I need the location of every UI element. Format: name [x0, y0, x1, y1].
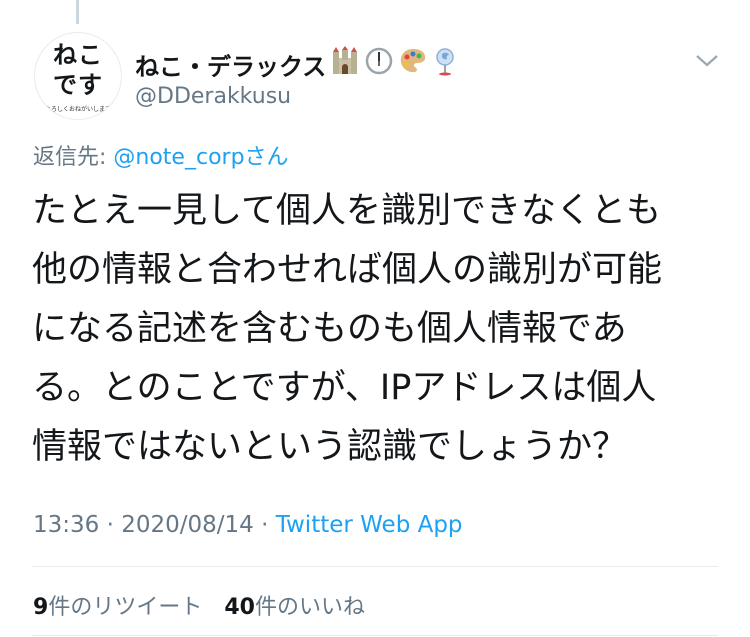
likes-count: 40	[224, 595, 255, 620]
tweet-time[interactable]: 13:36	[33, 512, 99, 538]
reply-context: 返信先: @note_corpさん	[33, 139, 289, 171]
divider	[32, 635, 718, 636]
retweets-label: 件のリツイート	[48, 595, 203, 620]
tweet-line: になる記述を含むものも個人情報であ	[32, 309, 627, 349]
tweet-line: 他の情報と合わせれば個人の識別が可能	[32, 250, 663, 290]
thread-connector-line	[76, 0, 79, 24]
reply-suffix: さん	[244, 145, 289, 170]
palette-icon	[398, 46, 428, 82]
avatar-text-line2: です	[53, 71, 103, 99]
avatar[interactable]: ねこ です よろしくおねがいします	[34, 32, 122, 120]
tweet-line: たとえ一見して個人を識別できなくとも	[32, 191, 661, 231]
divider	[32, 566, 718, 567]
tweet-date[interactable]: 2020/08/14	[121, 512, 254, 538]
likes-label: 件のいいね	[254, 595, 365, 620]
retweets-stat[interactable]: 9件のリツイート	[33, 595, 202, 620]
chevron-down-icon[interactable]	[694, 50, 720, 70]
display-name-text: ねこ・デラックス	[135, 52, 327, 81]
map-pin-icon	[432, 46, 462, 82]
tweet-stats: 9件のリツイート 40件のいいね	[33, 589, 365, 621]
castle-icon	[330, 46, 360, 82]
avatar-text-line3: よろしくおねがいします	[44, 106, 111, 113]
tweet-line: 情報ではないという認識でしょうか？	[32, 427, 628, 467]
retweets-count: 9	[33, 595, 49, 620]
tweet-text: たとえ一見して個人を識別できなくとも 他の情報と合わせれば個人の識別が可能 にな…	[32, 182, 722, 477]
tweet-meta: 13:36 · 2020/08/14 · Twitter Web App	[33, 512, 463, 538]
avatar-text-line1: ねこ	[53, 41, 103, 69]
source-app-link[interactable]: Twitter Web App	[276, 512, 463, 538]
tweet-line: る。とのことですが、IPアドレスは個人	[32, 368, 657, 408]
user-handle[interactable]: @DDerakkusu	[135, 84, 291, 109]
likes-stat[interactable]: 40件のいいね	[224, 595, 365, 620]
meta-separator: ·	[253, 512, 276, 538]
meta-separator: ·	[99, 512, 122, 538]
reply-prefix: 返信先:	[33, 145, 114, 170]
display-name[interactable]: ねこ・デラックス	[135, 46, 462, 82]
reply-mention-link[interactable]: @note_corp	[113, 145, 244, 170]
clock-icon	[364, 46, 394, 82]
